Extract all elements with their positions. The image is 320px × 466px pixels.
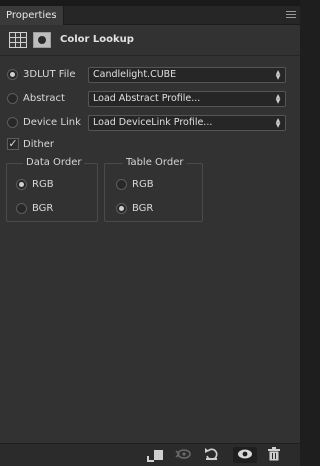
label-3dlut-file: 3DLUT File <box>23 69 76 80</box>
panel-header: Color Lookup <box>0 25 300 56</box>
collapse-arrows-icon[interactable]: » <box>284 0 296 2</box>
label-table-order-bgr: BGR <box>132 203 154 214</box>
properties-panel: Color Lookup 3DLUT File Candlelight.CUBE… <box>0 25 300 443</box>
data-order-group: Data Order RGB BGR <box>6 157 98 222</box>
adjustment-grid-icon[interactable] <box>9 32 27 48</box>
dither-checkbox[interactable]: ✓ <box>7 138 19 150</box>
data-order-title: Data Order <box>23 157 85 168</box>
label-data-order-rgb: RGB <box>32 179 54 190</box>
radio-abstract[interactable] <box>7 93 18 104</box>
label-dither: Dither <box>23 139 55 150</box>
view-previous-state-icon[interactable] <box>173 447 193 463</box>
label-table-order-rgb: RGB <box>132 179 154 190</box>
reset-icon[interactable] <box>202 447 222 463</box>
dropdown-abstract-value: Load Abstract Profile... <box>93 93 201 104</box>
chevron-updown-icon: ▲ ▼ <box>275 93 281 105</box>
table-order-group: Table Order RGB BGR <box>104 157 203 222</box>
adjustment-title: Color Lookup <box>60 34 134 45</box>
radio-device-link[interactable] <box>7 117 18 128</box>
layer-mask-icon[interactable] <box>33 32 51 48</box>
radio-data-order-bgr[interactable] <box>16 203 27 214</box>
dropdown-3dlut-file-value: Candlelight.CUBE <box>93 69 177 80</box>
trash-icon[interactable] <box>264 447 284 463</box>
label-device-link: Device Link <box>23 117 81 128</box>
dropdown-devicelink-profile[interactable]: Load DeviceLink Profile... ▲ ▼ <box>88 115 286 131</box>
tab-properties[interactable]: Properties <box>0 6 64 25</box>
chevron-updown-icon: ▲ ▼ <box>275 117 281 129</box>
clip-to-layer-icon[interactable] <box>145 447 165 463</box>
chevron-updown-icon: ▲ ▼ <box>275 69 281 81</box>
label-data-order-bgr: BGR <box>32 203 54 214</box>
panel-footer <box>0 443 300 466</box>
table-order-title: Table Order <box>123 157 187 168</box>
radio-data-order-rgb[interactable] <box>16 179 27 190</box>
dropdown-abstract-profile[interactable]: Load Abstract Profile... ▲ ▼ <box>88 91 286 107</box>
dropdown-devicelink-value: Load DeviceLink Profile... <box>93 117 213 128</box>
label-abstract: Abstract <box>23 93 65 104</box>
visibility-eye-icon[interactable] <box>233 447 257 463</box>
dropdown-3dlut-file[interactable]: Candlelight.CUBE ▲ ▼ <box>88 67 286 83</box>
radio-table-order-rgb[interactable] <box>116 179 127 190</box>
radio-table-order-bgr[interactable] <box>116 203 127 214</box>
panel-tab-bar: Properties <box>0 6 300 25</box>
panel-menu-icon[interactable] <box>286 11 296 20</box>
radio-3dlut-file[interactable] <box>7 69 18 80</box>
